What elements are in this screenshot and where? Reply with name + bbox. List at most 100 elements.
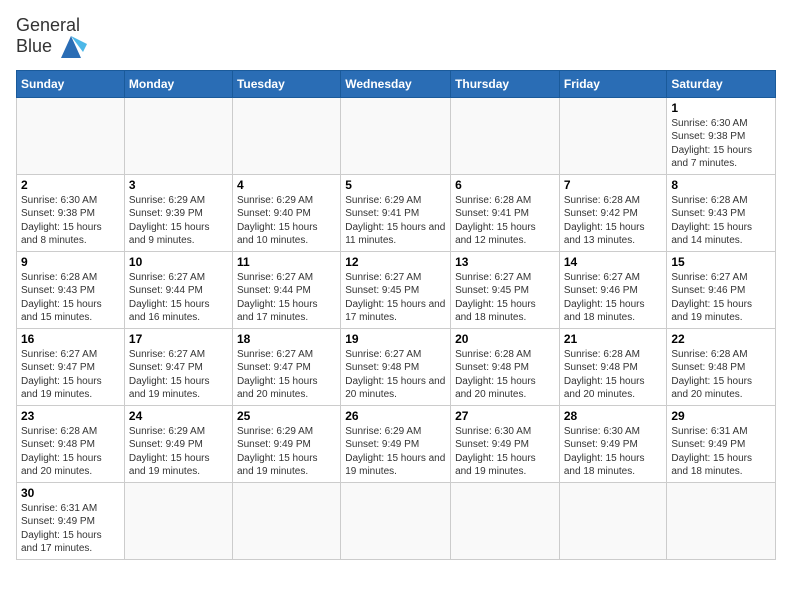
- day-cell: [451, 482, 560, 559]
- header-friday: Friday: [559, 70, 667, 97]
- day-cell: 13Sunrise: 6:27 AM Sunset: 9:45 PM Dayli…: [451, 251, 560, 328]
- day-cell: 12 Sunrise: 6:27 AM Sunset: 9:45 PM Dayli…: [341, 251, 451, 328]
- day-number: 27: [455, 409, 555, 423]
- day-number: 21: [564, 332, 663, 346]
- day-info: Sunrise: 6:27 AM Sunset: 9:44 PM Dayligh…: [129, 271, 228, 325]
- calendar-table: SundayMondayTuesdayWednesdayThursdayFrid…: [16, 70, 776, 560]
- day-number: 8: [671, 178, 771, 192]
- day-number: 25: [237, 409, 336, 423]
- logo-blue: Blue: [16, 36, 52, 57]
- day-number: 3: [129, 178, 228, 192]
- day-info: Sunrise: 6:27 AM Sunset: 9:45 PM Dayligh…: [455, 271, 555, 325]
- day-info: Sunrise: 6:30 AM Sunset: 9:38 PM Dayligh…: [21, 194, 120, 248]
- day-cell: 18Sunrise: 6:27 AM Sunset: 9:47 PM Dayli…: [232, 328, 340, 405]
- day-number: 26: [345, 409, 446, 423]
- day-cell: 7 Sunrise: 6:28 AM Sunset: 9:42 PM Daylig…: [559, 174, 667, 251]
- page-header: General Blue: [16, 16, 776, 58]
- day-info: Sunrise: 6:29 AM Sunset: 9:39 PM Dayligh…: [129, 194, 228, 248]
- logo-icon: [55, 36, 87, 58]
- day-cell: 28 Sunrise: 6:30 AM Sunset: 9:49 PM Dayli…: [559, 405, 667, 482]
- day-number: 9: [21, 255, 120, 269]
- day-cell: 22 Sunrise: 6:28 AM Sunset: 9:48 PM Dayli…: [667, 328, 776, 405]
- day-cell: [341, 482, 451, 559]
- day-cell: 26 Sunrise: 6:29 AM Sunset: 9:49 PM Dayli…: [341, 405, 451, 482]
- day-number: 28: [564, 409, 663, 423]
- day-cell: 10 Sunrise: 6:27 AM Sunset: 9:44 PM Dayli…: [124, 251, 232, 328]
- day-info: Sunrise: 6:28 AM Sunset: 9:42 PM Dayligh…: [564, 194, 663, 248]
- day-cell: 24Sunrise: 6:29 AM Sunset: 9:49 PM Dayli…: [124, 405, 232, 482]
- day-info: Sunrise: 6:27 AM Sunset: 9:44 PM Dayligh…: [237, 271, 336, 325]
- day-info: Sunrise: 6:29 AM Sunset: 9:41 PM Dayligh…: [345, 194, 446, 248]
- day-cell: 6 Sunrise: 6:28 AM Sunset: 9:41 PM Daylig…: [451, 174, 560, 251]
- day-cell: 9 Sunrise: 6:28 AM Sunset: 9:43 PM Daylig…: [17, 251, 125, 328]
- day-info: Sunrise: 6:27 AM Sunset: 9:46 PM Dayligh…: [564, 271, 663, 325]
- day-number: 4: [237, 178, 336, 192]
- day-cell: [559, 97, 667, 174]
- day-cell: 25 Sunrise: 6:29 AM Sunset: 9:49 PM Dayli…: [232, 405, 340, 482]
- day-cell: 3 Sunrise: 6:29 AM Sunset: 9:39 PM Daylig…: [124, 174, 232, 251]
- day-number: 15: [671, 255, 771, 269]
- day-info: Sunrise: 6:31 AM Sunset: 9:49 PM Dayligh…: [21, 502, 120, 556]
- header-tuesday: Tuesday: [232, 70, 340, 97]
- day-info: Sunrise: 6:29 AM Sunset: 9:49 PM Dayligh…: [345, 425, 446, 479]
- day-cell: 11 Sunrise: 6:27 AM Sunset: 9:44 PM Dayli…: [232, 251, 340, 328]
- day-info: Sunrise: 6:27 AM Sunset: 9:48 PM Dayligh…: [345, 348, 446, 402]
- day-info: Sunrise: 6:28 AM Sunset: 9:48 PM Dayligh…: [564, 348, 663, 402]
- days-header-row: SundayMondayTuesdayWednesdayThursdayFrid…: [17, 70, 776, 97]
- week-row-1: 2 Sunrise: 6:30 AM Sunset: 9:38 PM Daylig…: [17, 174, 776, 251]
- day-info: Sunrise: 6:28 AM Sunset: 9:41 PM Dayligh…: [455, 194, 555, 248]
- day-cell: 23 Sunrise: 6:28 AM Sunset: 9:48 PM Dayli…: [17, 405, 125, 482]
- day-info: Sunrise: 6:27 AM Sunset: 9:47 PM Dayligh…: [129, 348, 228, 402]
- day-number: 16: [21, 332, 120, 346]
- header-monday: Monday: [124, 70, 232, 97]
- day-cell: 4 Sunrise: 6:29 AM Sunset: 9:40 PM Daylig…: [232, 174, 340, 251]
- day-number: 29: [671, 409, 771, 423]
- day-info: Sunrise: 6:28 AM Sunset: 9:43 PM Dayligh…: [21, 271, 120, 325]
- day-cell: [341, 97, 451, 174]
- day-number: 10: [129, 255, 228, 269]
- day-number: 11: [237, 255, 336, 269]
- day-info: Sunrise: 6:27 AM Sunset: 9:45 PM Dayligh…: [345, 271, 446, 325]
- day-number: 20: [455, 332, 555, 346]
- logo: General Blue: [16, 16, 87, 58]
- day-number: 7: [564, 178, 663, 192]
- day-info: Sunrise: 6:28 AM Sunset: 9:48 PM Dayligh…: [21, 425, 120, 479]
- day-info: Sunrise: 6:27 AM Sunset: 9:47 PM Dayligh…: [21, 348, 120, 402]
- day-cell: [667, 482, 776, 559]
- day-number: 2: [21, 178, 120, 192]
- day-info: Sunrise: 6:27 AM Sunset: 9:46 PM Dayligh…: [671, 271, 771, 325]
- day-number: 30: [21, 486, 120, 500]
- day-info: Sunrise: 6:28 AM Sunset: 9:43 PM Dayligh…: [671, 194, 771, 248]
- day-cell: [559, 482, 667, 559]
- day-cell: [232, 482, 340, 559]
- day-number: 22: [671, 332, 771, 346]
- day-info: Sunrise: 6:27 AM Sunset: 9:47 PM Dayligh…: [237, 348, 336, 402]
- day-cell: [124, 97, 232, 174]
- day-number: 6: [455, 178, 555, 192]
- day-info: Sunrise: 6:29 AM Sunset: 9:40 PM Dayligh…: [237, 194, 336, 248]
- logo-general: General: [16, 15, 80, 35]
- day-number: 12: [345, 255, 446, 269]
- day-info: Sunrise: 6:30 AM Sunset: 9:38 PM Dayligh…: [671, 117, 771, 171]
- header-thursday: Thursday: [451, 70, 560, 97]
- day-cell: 20 Sunrise: 6:28 AM Sunset: 9:48 PM Dayli…: [451, 328, 560, 405]
- day-info: Sunrise: 6:29 AM Sunset: 9:49 PM Dayligh…: [237, 425, 336, 479]
- day-cell: [124, 482, 232, 559]
- day-info: Sunrise: 6:30 AM Sunset: 9:49 PM Dayligh…: [455, 425, 555, 479]
- day-number: 17: [129, 332, 228, 346]
- day-cell: 27 Sunrise: 6:30 AM Sunset: 9:49 PM Dayli…: [451, 405, 560, 482]
- day-cell: 2 Sunrise: 6:30 AM Sunset: 9:38 PM Daylig…: [17, 174, 125, 251]
- day-cell: 8 Sunrise: 6:28 AM Sunset: 9:43 PM Daylig…: [667, 174, 776, 251]
- header-saturday: Saturday: [667, 70, 776, 97]
- day-number: 23: [21, 409, 120, 423]
- day-info: Sunrise: 6:28 AM Sunset: 9:48 PM Dayligh…: [455, 348, 555, 402]
- week-row-5: 30 Sunrise: 6:31 AM Sunset: 9:49 PM Dayli…: [17, 482, 776, 559]
- day-cell: 16 Sunrise: 6:27 AM Sunset: 9:47 PM Dayli…: [17, 328, 125, 405]
- day-number: 14: [564, 255, 663, 269]
- day-info: Sunrise: 6:31 AM Sunset: 9:49 PM Dayligh…: [671, 425, 771, 479]
- week-row-4: 23 Sunrise: 6:28 AM Sunset: 9:48 PM Dayli…: [17, 405, 776, 482]
- day-info: Sunrise: 6:30 AM Sunset: 9:49 PM Dayligh…: [564, 425, 663, 479]
- day-cell: [451, 97, 560, 174]
- day-info: Sunrise: 6:28 AM Sunset: 9:48 PM Dayligh…: [671, 348, 771, 402]
- day-number: 5: [345, 178, 446, 192]
